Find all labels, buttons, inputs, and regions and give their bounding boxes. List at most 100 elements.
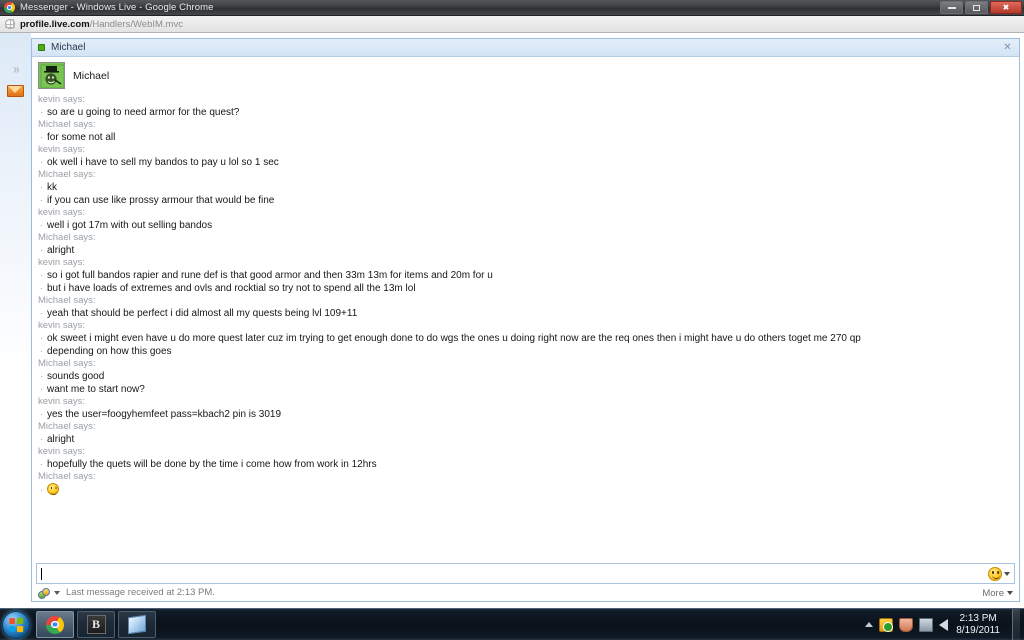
message-text: yeah that should be perfect i did almost… — [47, 308, 358, 319]
message-bullet-icon: · — [40, 333, 43, 343]
message-text: ok sweet i might even have u do more que… — [47, 333, 861, 344]
notepad-icon — [128, 614, 146, 635]
message-sender: kevin says: — [38, 94, 85, 105]
message-line: · alright — [38, 433, 1011, 446]
url-host: profile.live.com — [20, 18, 90, 30]
contact-name: Michael — [73, 69, 110, 82]
flag-icon[interactable] — [899, 617, 914, 632]
taskbar-item-chrome[interactable] — [36, 611, 74, 638]
message-bullet-icon: · — [40, 107, 43, 117]
message-sender: Michael says: — [38, 295, 96, 306]
taskbar-items: B — [36, 611, 156, 638]
message-line: · kk — [38, 181, 1011, 194]
page-viewport: » Michael ✕ Michael kevin says: · so are… — [0, 33, 1024, 608]
message-sender: kevin says: — [38, 144, 85, 155]
message-line: · ok sweet i might even have u do more qu… — [38, 332, 1011, 345]
message-bullet-icon: · — [40, 132, 43, 142]
chrome-logo-icon — [4, 2, 15, 13]
url-path: /Handlers/WebIM.mvc — [89, 18, 183, 30]
show-hidden-icons-icon[interactable] — [865, 622, 874, 627]
message-line: · — [38, 483, 1011, 497]
message-line: · hopefully the quets will be done by the… — [38, 458, 1011, 471]
message-bullet-icon: · — [40, 195, 43, 205]
conversation-title: Michael — [51, 41, 86, 53]
message-line: · for some not all — [38, 131, 1011, 144]
status-chevron-down-icon[interactable] — [54, 591, 60, 595]
clock[interactable]: 2:13 PM 8/19/2011 — [954, 613, 1006, 637]
conversation-header: Michael ✕ — [32, 39, 1019, 57]
close-conversation-icon[interactable]: ✕ — [1002, 42, 1013, 53]
message-text: sounds good — [47, 371, 105, 382]
globe-icon — [5, 19, 15, 29]
message-sender: Michael says: — [38, 232, 96, 243]
message-sender: kevin says: — [38, 320, 85, 331]
message-line: · yeah that should be perfect i did almos… — [38, 307, 1011, 320]
close-window-button[interactable]: ✖ — [990, 1, 1022, 14]
left-rail: » — [0, 33, 31, 608]
emoticon-picker-button[interactable] — [988, 566, 1012, 581]
last-message-status: Last message received at 2:13 PM. — [66, 587, 215, 598]
message-bullet-icon: · — [40, 182, 43, 192]
message-bullet-icon: · — [40, 371, 43, 381]
message-sender: kevin says: — [38, 396, 85, 407]
message-text: for some not all — [47, 132, 116, 143]
network-icon[interactable] — [919, 617, 934, 632]
window-title: Messenger - Windows Live - Google Chrome — [20, 1, 214, 13]
address-bar[interactable]: profile.live.com/Handlers/WebIM.mvc — [20, 16, 183, 33]
message-text: alright — [47, 434, 75, 445]
action-center-icon[interactable] — [879, 617, 894, 632]
message-text: yes the user=foogyhemfeet pass=kbach2 pi… — [47, 409, 282, 420]
message-line: · so i got full bandos rapier and rune de… — [38, 269, 1011, 282]
minimize-button[interactable] — [940, 1, 963, 14]
message-bullet-icon: · — [40, 270, 43, 280]
volume-icon[interactable] — [939, 618, 949, 631]
maximize-button[interactable] — [965, 1, 988, 14]
start-button[interactable] — [2, 610, 30, 639]
browser-toolbar: profile.live.com/Handlers/WebIM.mvc — [0, 16, 1024, 33]
message-line: · if you can use like prossy armour that … — [38, 194, 1011, 207]
message-text: but i have loads of extremes and ovls an… — [47, 283, 416, 294]
message-bullet-icon: · — [40, 308, 43, 318]
message-text: if you can use like prossy armour that w… — [47, 195, 275, 206]
message-text: so i got full bandos rapier and rune def… — [47, 270, 493, 281]
message-bullet-icon: · — [40, 409, 43, 419]
online-status-icon — [38, 44, 45, 51]
message-text: kk — [47, 182, 57, 193]
expand-chevrons-icon[interactable]: » — [13, 62, 20, 75]
message-bullet-icon: · — [40, 459, 43, 469]
message-log: kevin says: · so are u going to need armor… — [32, 92, 1019, 563]
conversation-panel: Michael ✕ Michael kevin says: · so are u… — [31, 38, 1020, 602]
system-tray: 2:13 PM 8/19/2011 — [865, 608, 1024, 640]
taskbar: B 2:13 PM 8/19/2011 — [0, 608, 1024, 640]
message-bullet-icon: · — [40, 384, 43, 394]
message-sender: kevin says: — [38, 257, 85, 268]
message-line: · so are u going to need armor for the qu… — [38, 106, 1011, 119]
avatar[interactable] — [38, 62, 65, 89]
message-bullet-icon: · — [40, 485, 43, 495]
status-smileys-icon[interactable] — [38, 587, 50, 599]
message-sender: Michael says: — [38, 119, 96, 130]
window-title-bar[interactable]: Messenger - Windows Live - Google Chrome… — [0, 0, 1024, 16]
more-chevron-down-icon — [1007, 591, 1013, 595]
message-bullet-icon: · — [40, 245, 43, 255]
message-line: · yes the user=foogyhemfeet pass=kbach2 p… — [38, 408, 1011, 421]
message-sender: kevin says: — [38, 207, 85, 218]
browser-window: Messenger - Windows Live - Google Chrome… — [0, 0, 1024, 608]
show-desktop-button[interactable] — [1012, 608, 1020, 640]
smiley-emoji-icon — [47, 483, 59, 495]
message-bullet-icon: · — [40, 434, 43, 444]
windows-logo-icon — [9, 617, 24, 632]
more-menu-button[interactable]: More — [982, 588, 1013, 599]
chevron-down-icon — [1004, 571, 1010, 576]
composer[interactable] — [36, 563, 1015, 584]
mail-icon[interactable] — [7, 85, 24, 97]
window-controls: ✖ — [940, 1, 1022, 14]
message-sender: Michael says: — [38, 169, 96, 180]
taskbar-item-app-b[interactable]: B — [77, 611, 115, 638]
letter-b-icon: B — [86, 615, 106, 634]
message-sender: kevin says: — [38, 446, 85, 457]
taskbar-item-notepad[interactable] — [118, 611, 156, 638]
message-text: well i got 17m with out selling bandos — [47, 220, 213, 231]
message-input[interactable] — [44, 565, 988, 582]
message-text: hopefully the quets will be done by the … — [47, 459, 377, 470]
